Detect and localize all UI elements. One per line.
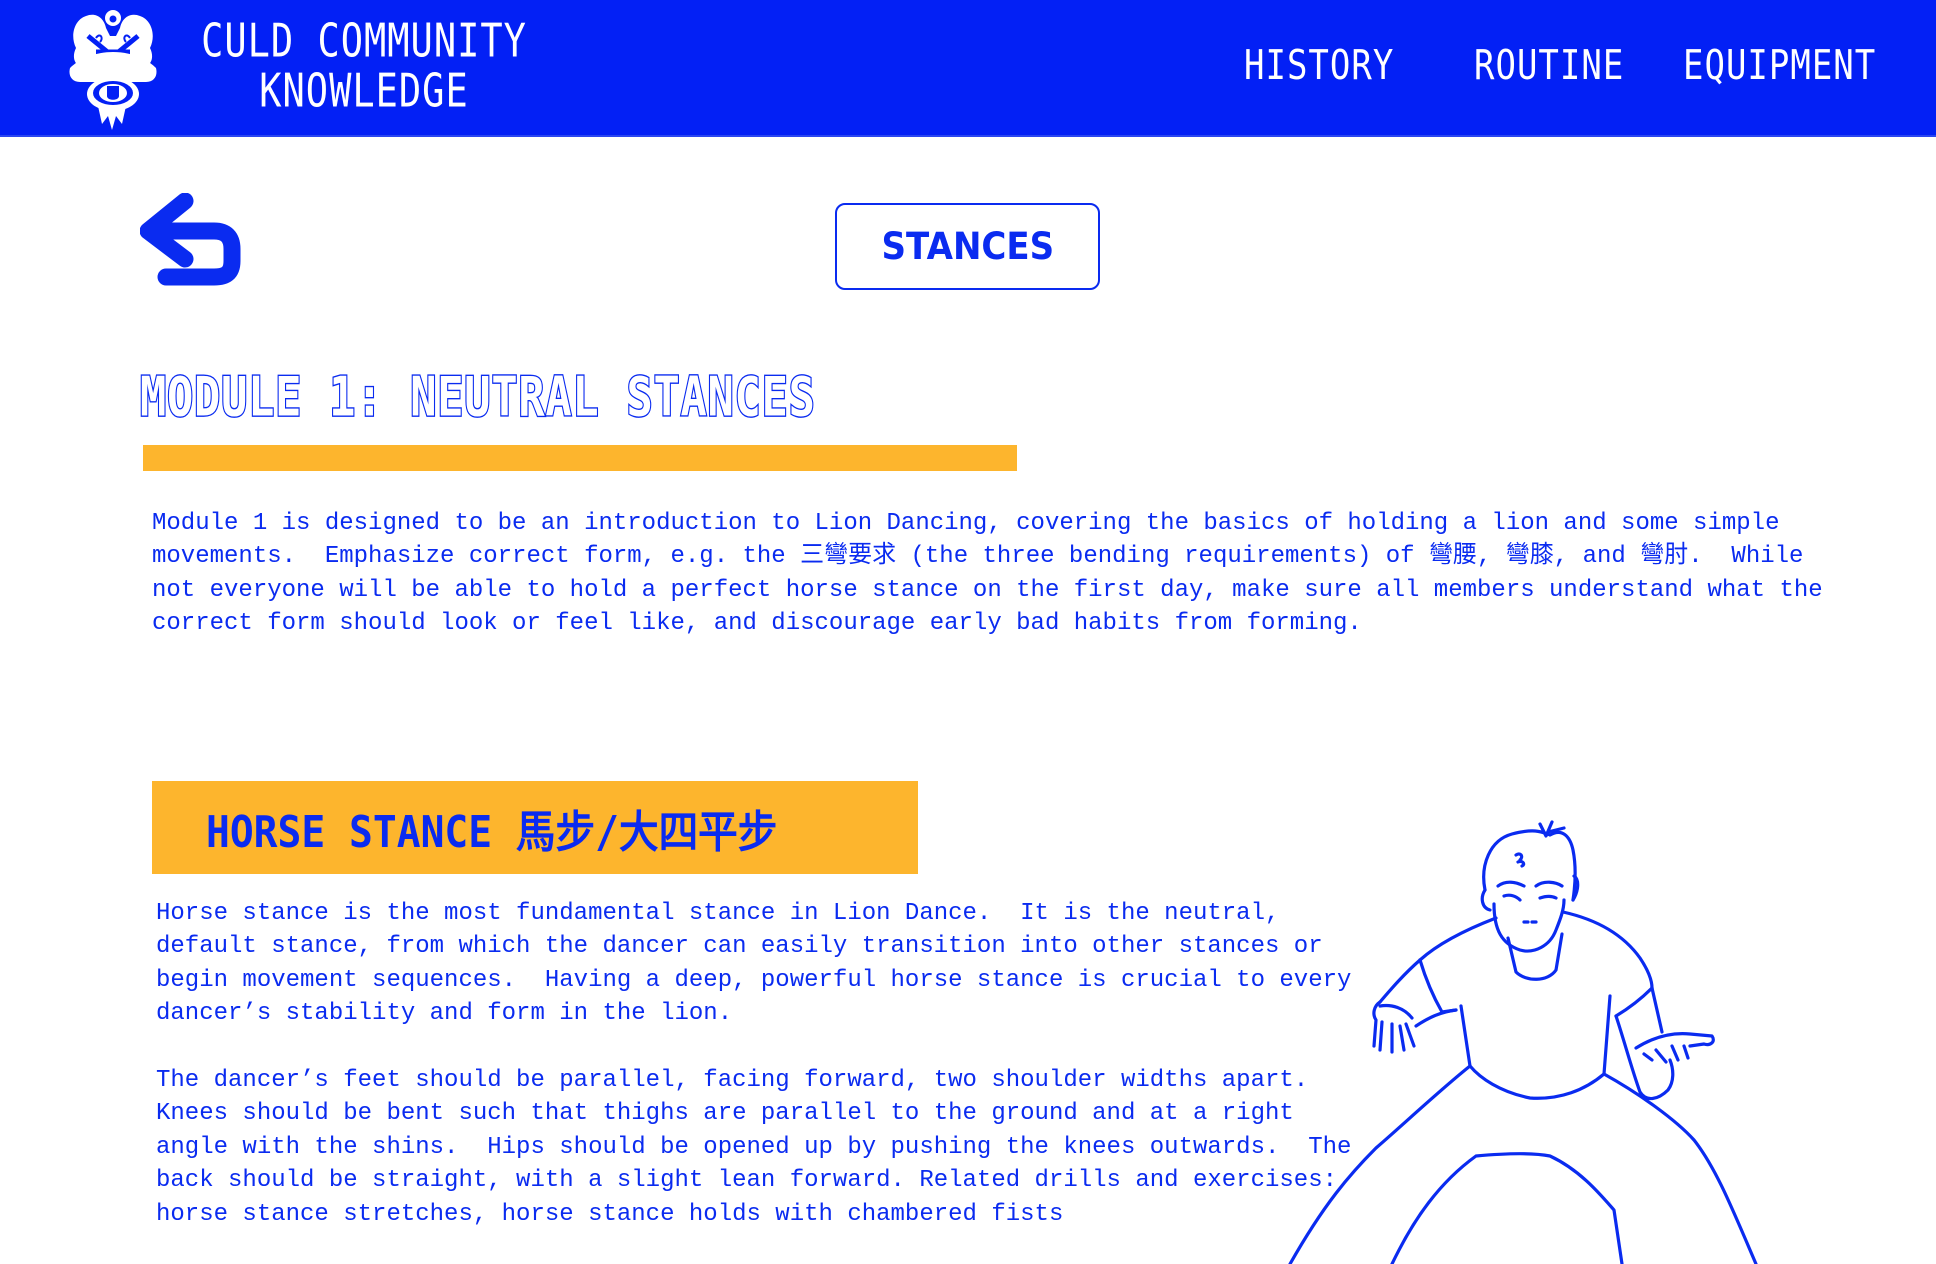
horse-stance-heading-box: HORSE STANCE 馬步/大四平步 bbox=[152, 781, 918, 874]
figure-leg-left-outer bbox=[1288, 1064, 1472, 1264]
horse-stance-heading: HORSE STANCE 馬步/大四平步 bbox=[206, 796, 841, 860]
lion-head-logo-icon[interactable] bbox=[66, 6, 160, 130]
figure-torso-right bbox=[1602, 994, 1612, 1076]
figure-head-left bbox=[1480, 888, 1492, 912]
figure-hair-mark bbox=[1514, 852, 1526, 868]
figure-hair bbox=[1482, 829, 1577, 902]
figure-arm-left bbox=[1378, 958, 1422, 1004]
module-title-text: MODULE 1: NEUTRAL STANCES bbox=[139, 363, 816, 429]
nav-equipment[interactable]: EQUIPMENT bbox=[1683, 42, 1876, 90]
figure-sleeve-left bbox=[1418, 958, 1458, 1014]
stances-section-button[interactable]: STANCES bbox=[835, 203, 1100, 290]
figure-forearm-left bbox=[1414, 1008, 1458, 1028]
nav-routine[interactable]: ROUTINE bbox=[1474, 42, 1624, 90]
figure-torso-left bbox=[1459, 1004, 1472, 1068]
figure-brow-left bbox=[1496, 880, 1526, 888]
site-title-line-2: KNOWLEDGE bbox=[259, 64, 469, 118]
figure-waist bbox=[1468, 1064, 1606, 1100]
module-intro-paragraph: Module 1 is designed to be an introducti… bbox=[152, 510, 1838, 637]
figure-hand-left bbox=[1372, 1000, 1416, 1054]
figure-leg-right-outer bbox=[1602, 1072, 1758, 1264]
figure-eye-right bbox=[1538, 894, 1558, 900]
figure-hand-right bbox=[1634, 1032, 1715, 1064]
figure-shoulder-left bbox=[1418, 916, 1498, 962]
module-title: MODULE 1: NEUTRAL STANCES bbox=[139, 362, 1053, 432]
back-arrow-icon[interactable] bbox=[140, 193, 242, 289]
horse-stance-figure-illustration bbox=[1288, 820, 1758, 1264]
figure-sleeve-right bbox=[1614, 986, 1654, 1018]
site-title[interactable]: CULD COMMUNITY KNOWLEDGE bbox=[186, 14, 542, 127]
horse-stance-description: Horse stance is the most fundamental sta… bbox=[156, 897, 1356, 1231]
figure-face bbox=[1492, 898, 1566, 953]
title-underline-bar bbox=[143, 445, 1017, 471]
figure-upperarm-right bbox=[1650, 986, 1664, 1034]
figure-neck bbox=[1506, 932, 1564, 981]
horse-stance-paragraph-1: Horse stance is the most fundamental sta… bbox=[156, 900, 1366, 1028]
nav-history[interactable]: HISTORY bbox=[1244, 42, 1394, 90]
stances-section-label: STANCES bbox=[881, 225, 1054, 268]
figure-shoulder-right bbox=[1561, 910, 1654, 990]
horse-stance-heading-text: HORSE STANCE 馬步/大四平步 bbox=[206, 806, 778, 858]
horse-stance-paragraph-2: The dancer’s feet should be parallel, fa… bbox=[156, 1067, 1366, 1228]
figure-brow-right bbox=[1534, 880, 1564, 888]
figure-leg-inner bbox=[1390, 1152, 1624, 1264]
site-header: CULD COMMUNITY KNOWLEDGE HISTORY ROUTINE… bbox=[0, 0, 1936, 137]
figure-eye-left bbox=[1502, 893, 1522, 902]
